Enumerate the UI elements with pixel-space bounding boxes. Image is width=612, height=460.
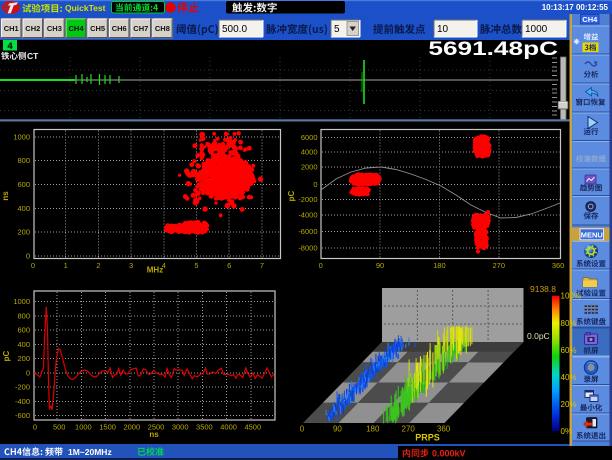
svg-text:180: 180 — [433, 261, 446, 270]
svg-text:CH5: CH5 — [90, 24, 105, 33]
svg-text:600: 600 — [17, 326, 30, 335]
svg-text:-2000: -2000 — [298, 195, 317, 204]
svg-text:1000: 1000 — [75, 423, 92, 432]
svg-text:4000: 4000 — [301, 148, 318, 157]
svg-text:10: 10 — [437, 24, 449, 35]
svg-text:90: 90 — [376, 261, 384, 270]
svg-text:5: 5 — [194, 261, 198, 270]
svg-text:CT: CT — [27, 51, 39, 61]
svg-text:0: 0 — [300, 425, 305, 434]
svg-text:360: 360 — [552, 261, 565, 270]
svg-text:40%: 40% — [561, 373, 577, 382]
svg-text:pC: pC — [2, 350, 11, 361]
svg-text:1500: 1500 — [99, 423, 116, 432]
svg-text:1000: 1000 — [13, 132, 30, 141]
svg-text:3000: 3000 — [172, 423, 189, 432]
svg-text:0: 0 — [26, 368, 30, 377]
svg-text:180: 180 — [366, 425, 380, 434]
svg-text:3: 3 — [129, 261, 133, 270]
svg-text:1000: 1000 — [525, 24, 548, 35]
svg-text:0: 0 — [319, 261, 323, 270]
svg-text:QuickTest: QuickTest — [65, 3, 106, 13]
svg-text:CH2: CH2 — [25, 24, 40, 33]
svg-text:1000: 1000 — [13, 297, 30, 306]
svg-text:100%: 100% — [561, 292, 581, 301]
svg-text:3500: 3500 — [196, 423, 213, 432]
svg-text:-600: -600 — [15, 411, 30, 420]
svg-text:400: 400 — [17, 340, 30, 349]
svg-text:4: 4 — [7, 41, 13, 52]
svg-text:600: 600 — [17, 180, 30, 189]
svg-text:0%: 0% — [561, 427, 573, 436]
svg-text:6: 6 — [227, 261, 231, 270]
svg-text:800: 800 — [17, 311, 30, 320]
svg-text:6000: 6000 — [301, 133, 318, 142]
svg-text:-4000: -4000 — [298, 211, 317, 220]
svg-text:20%: 20% — [561, 400, 577, 409]
svg-text:500.0: 500.0 — [222, 24, 247, 35]
svg-text:9138.8: 9138.8 — [530, 284, 556, 294]
svg-text:-200: -200 — [15, 383, 30, 392]
svg-text:60%: 60% — [561, 346, 577, 355]
svg-text:ns: ns — [1, 191, 10, 201]
svg-text:1M~20MHz: 1M~20MHz — [68, 447, 112, 457]
svg-text:5: 5 — [334, 24, 340, 35]
svg-text:MENU: MENU — [581, 230, 603, 239]
svg-text:500: 500 — [53, 423, 66, 432]
svg-text:0.0pC: 0.0pC — [527, 331, 550, 341]
svg-text:CH4: CH4 — [68, 24, 84, 33]
svg-text:CH4: CH4 — [582, 15, 598, 24]
svg-text:270: 270 — [492, 261, 505, 270]
svg-text:1: 1 — [64, 261, 68, 270]
svg-text:MHz: MHz — [147, 266, 163, 275]
svg-text:10:13:17 00:12:55: 10:13:17 00:12:55 — [542, 3, 609, 12]
svg-text:7: 7 — [260, 261, 264, 270]
svg-text:80%: 80% — [561, 319, 577, 328]
svg-text:2000: 2000 — [301, 163, 318, 172]
svg-text:0: 0 — [31, 261, 35, 270]
svg-text:90: 90 — [333, 425, 342, 434]
svg-text:0: 0 — [33, 423, 37, 432]
svg-text:-6000: -6000 — [298, 227, 317, 236]
svg-text:-8000: -8000 — [298, 243, 317, 252]
svg-text:CH8: CH8 — [155, 24, 170, 33]
svg-text:4500: 4500 — [244, 423, 261, 432]
svg-text:2: 2 — [96, 261, 100, 270]
svg-text:5691.48pC: 5691.48pC — [428, 38, 558, 60]
svg-text:ns: ns — [149, 430, 159, 439]
svg-text:CH1: CH1 — [4, 24, 19, 33]
svg-text:2000: 2000 — [123, 423, 140, 432]
svg-text:200: 200 — [17, 228, 30, 237]
svg-text:400: 400 — [17, 204, 30, 213]
svg-text:0: 0 — [26, 252, 30, 261]
svg-text:PRPS: PRPS — [415, 433, 440, 443]
svg-text:pC: pC — [287, 190, 296, 201]
svg-text:CH3: CH3 — [47, 24, 62, 33]
svg-text:200: 200 — [17, 354, 30, 363]
svg-text:-400: -400 — [15, 397, 30, 406]
svg-text:4000: 4000 — [220, 423, 237, 432]
svg-text:CH7: CH7 — [133, 24, 148, 33]
svg-text:270: 270 — [402, 425, 416, 434]
svg-text:800: 800 — [17, 156, 30, 165]
svg-text:CH6: CH6 — [112, 24, 127, 33]
svg-text:0.000kV: 0.000kV — [432, 449, 466, 459]
svg-text:0: 0 — [313, 180, 317, 189]
